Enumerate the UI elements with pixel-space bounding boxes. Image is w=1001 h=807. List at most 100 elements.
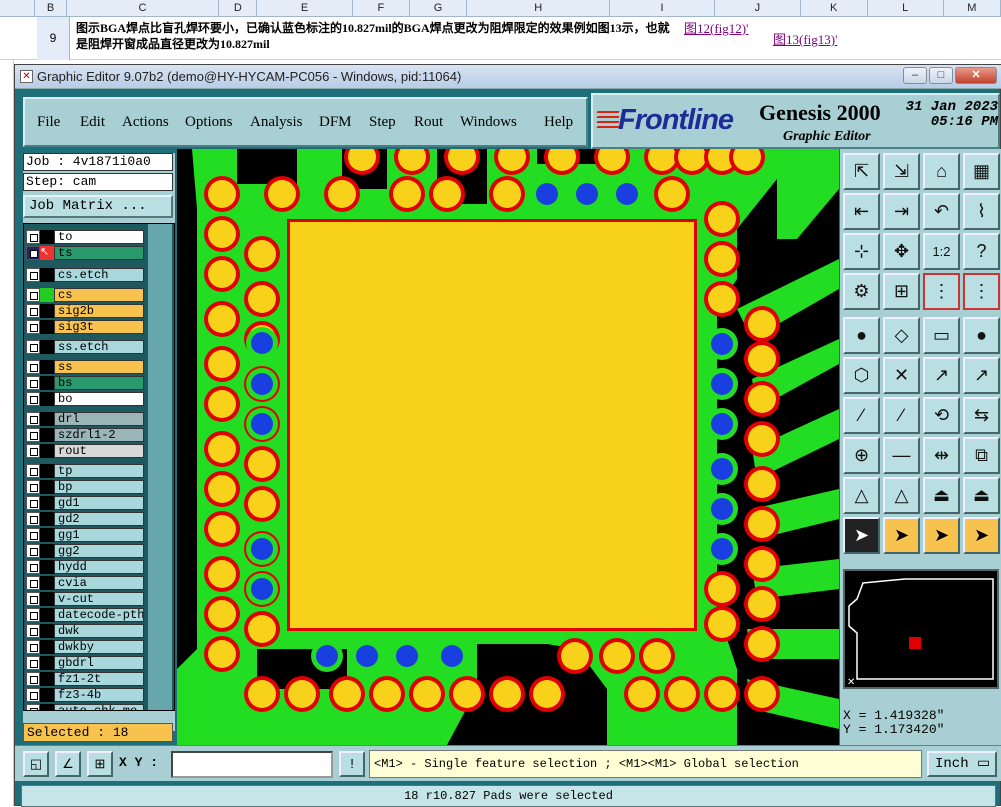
arc-tool-icon[interactable]: ⟲ xyxy=(923,397,960,434)
layer-name[interactable]: drl xyxy=(54,412,144,426)
layer-checkbox[interactable] xyxy=(26,320,40,334)
layer-checkbox[interactable] xyxy=(26,496,40,510)
select-lasso-icon[interactable]: ➤ xyxy=(923,517,960,554)
layer-row[interactable]: gd2 xyxy=(26,512,144,526)
layer-checkbox[interactable] xyxy=(26,576,40,590)
resize-icon[interactable]: ⧉ xyxy=(963,437,1000,474)
menu-help[interactable]: Help xyxy=(544,114,573,131)
xy-input[interactable] xyxy=(171,751,333,778)
column-header[interactable]: B xyxy=(35,0,67,17)
dot-icon[interactable]: ● xyxy=(963,317,1000,354)
layer-row[interactable]: fz3-4b xyxy=(26,688,144,702)
layer-checkbox[interactable] xyxy=(26,360,40,374)
layer-name[interactable]: rout xyxy=(54,444,144,458)
menu-rout[interactable]: Rout xyxy=(414,114,443,131)
layer-checkbox[interactable] xyxy=(26,288,40,302)
layer-row[interactable]: szdrl1-2 xyxy=(26,428,144,442)
layer-checkbox[interactable] xyxy=(26,444,40,458)
zoom-fit-icon[interactable]: ✥ xyxy=(883,233,920,270)
layer-row[interactable]: datecode-pth xyxy=(26,608,144,622)
layer-row[interactable]: bs xyxy=(26,376,144,390)
connect-icon[interactable]: ⬡ xyxy=(843,357,880,394)
layer-row[interactable]: ↖ ts xyxy=(26,246,144,260)
menu-file[interactable]: File xyxy=(37,114,60,131)
layer-name[interactable]: ts xyxy=(54,246,144,260)
pan-left-icon[interactable]: ⇤ xyxy=(843,193,880,230)
center-icon[interactable]: ⊹ xyxy=(843,233,880,270)
layer-name[interactable]: gg1 xyxy=(54,528,144,542)
help-icon[interactable]: ? xyxy=(963,233,1000,270)
fig13-link[interactable]: 图13(fig13)' xyxy=(773,29,837,48)
layer-name[interactable]: to xyxy=(54,230,144,244)
layer-name[interactable]: hydd xyxy=(54,560,144,574)
layer-row[interactable]: ss.etch xyxy=(26,340,144,354)
layer-row[interactable]: rout xyxy=(26,444,144,458)
layer-checkbox[interactable] xyxy=(26,656,40,670)
cut-icon[interactable]: — xyxy=(883,437,920,474)
select-box-icon[interactable]: ➤ xyxy=(883,517,920,554)
column-header[interactable]: G xyxy=(410,0,468,17)
layer-name[interactable]: v-cut xyxy=(54,592,144,606)
grid-snap-icon[interactable]: ⊞ xyxy=(87,751,113,777)
layer-row[interactable]: to xyxy=(26,230,144,244)
layer-name[interactable]: cs.etch xyxy=(54,268,144,282)
triangle2-icon[interactable]: △ xyxy=(883,477,920,514)
pad-move-icon[interactable]: ⊕ xyxy=(843,437,880,474)
snap-icon[interactable]: ⌇ xyxy=(963,193,1000,230)
grid-icon[interactable]: ▦ xyxy=(963,153,1000,190)
column-header[interactable]: J xyxy=(715,0,801,17)
menu-options[interactable]: Options xyxy=(185,114,233,131)
layer-name[interactable]: bs xyxy=(54,376,144,390)
select-net-icon[interactable]: ➤ xyxy=(963,517,1000,554)
layer-row[interactable]: gd1 xyxy=(26,496,144,510)
layer-checkbox[interactable] xyxy=(26,268,40,282)
layer-row[interactable]: v-cut xyxy=(26,592,144,606)
layer-checkbox[interactable] xyxy=(26,624,40,638)
fit-icon[interactable]: ⇱ xyxy=(843,153,880,190)
layer-compare2-icon[interactable]: ⋮ xyxy=(963,273,1000,310)
line-tool-icon[interactable]: ∕ xyxy=(843,397,880,434)
layer-row[interactable]: drl xyxy=(26,412,144,426)
layer-name[interactable]: gd1 xyxy=(54,496,144,510)
layer-row[interactable]: sig2b xyxy=(26,304,144,318)
polygon-icon[interactable]: ⏏ xyxy=(923,477,960,514)
snap-icon[interactable]: ◱ xyxy=(23,751,49,777)
layer-row[interactable]: cs xyxy=(26,288,144,302)
layer-row[interactable]: fz1-2t xyxy=(26,672,144,686)
close-button[interactable]: ✕ xyxy=(955,67,997,84)
home-icon[interactable]: ⌂ xyxy=(923,153,960,190)
column-header[interactable]: C xyxy=(67,0,220,17)
layer-checkbox[interactable] xyxy=(26,512,40,526)
layer-name[interactable]: ss.etch xyxy=(54,340,144,354)
job-matrix-button[interactable]: Job Matrix ... xyxy=(23,195,173,218)
layer-checkbox[interactable] xyxy=(26,592,40,606)
undo-icon[interactable]: ↶ xyxy=(923,193,960,230)
menu-edit[interactable]: Edit xyxy=(80,114,105,131)
layer-name[interactable]: ss xyxy=(54,360,144,374)
layer-row[interactable]: cvia xyxy=(26,576,144,590)
layer-row[interactable]: dwk xyxy=(26,624,144,638)
minimize-button[interactable]: – xyxy=(903,67,927,84)
column-header[interactable]: I xyxy=(610,0,715,17)
line-add-icon[interactable]: ◇ xyxy=(883,317,920,354)
layer-checkbox[interactable] xyxy=(26,640,40,654)
column-header[interactable]: F xyxy=(353,0,410,17)
select-icon[interactable]: ➤ xyxy=(843,517,880,554)
layer-name[interactable]: fz3-4b xyxy=(54,688,144,702)
menu-dfm[interactable]: DFM xyxy=(319,114,352,131)
graphic-canvas[interactable] xyxy=(177,149,839,745)
layer-name[interactable]: sig2b xyxy=(54,304,144,318)
line-tool2-icon[interactable]: ∕ xyxy=(883,397,920,434)
pad-add-icon[interactable]: ● xyxy=(843,317,880,354)
layer-checkbox[interactable] xyxy=(26,480,40,494)
column-header[interactable]: L xyxy=(868,0,944,17)
layer-row[interactable]: gg2 xyxy=(26,544,144,558)
layer-name[interactable]: dwk xyxy=(54,624,144,638)
layer-name[interactable]: datecode-pth xyxy=(54,608,144,622)
unit-select[interactable]: Inch ▭ xyxy=(927,751,997,777)
layer-checkbox[interactable] xyxy=(26,528,40,542)
grid-view-icon[interactable]: ⊞ xyxy=(883,273,920,310)
polygon2-icon[interactable]: ⏏ xyxy=(963,477,1000,514)
layer-name[interactable]: bp xyxy=(54,480,144,494)
layer-name[interactable]: gg2 xyxy=(54,544,144,558)
